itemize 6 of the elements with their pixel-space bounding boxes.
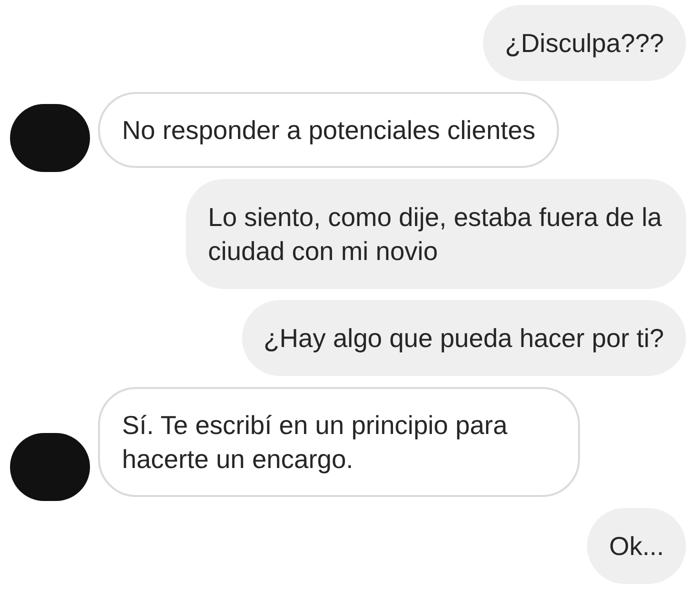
- message-bubble: Lo siento, como dije, estaba fuera de la ciudad con mi novio: [186, 179, 686, 289]
- message-bubble: Ok...: [587, 508, 686, 584]
- message-bubble: No responder a potenciales clientes: [98, 92, 560, 168]
- message-bubble: Sí. Te escribí en un principio para hacerte un encargo.: [98, 387, 580, 497]
- message-bubble: ¿Disculpa???: [483, 5, 686, 81]
- message-bubble: ¿Hay algo que pueda hacer por ti?: [242, 300, 686, 376]
